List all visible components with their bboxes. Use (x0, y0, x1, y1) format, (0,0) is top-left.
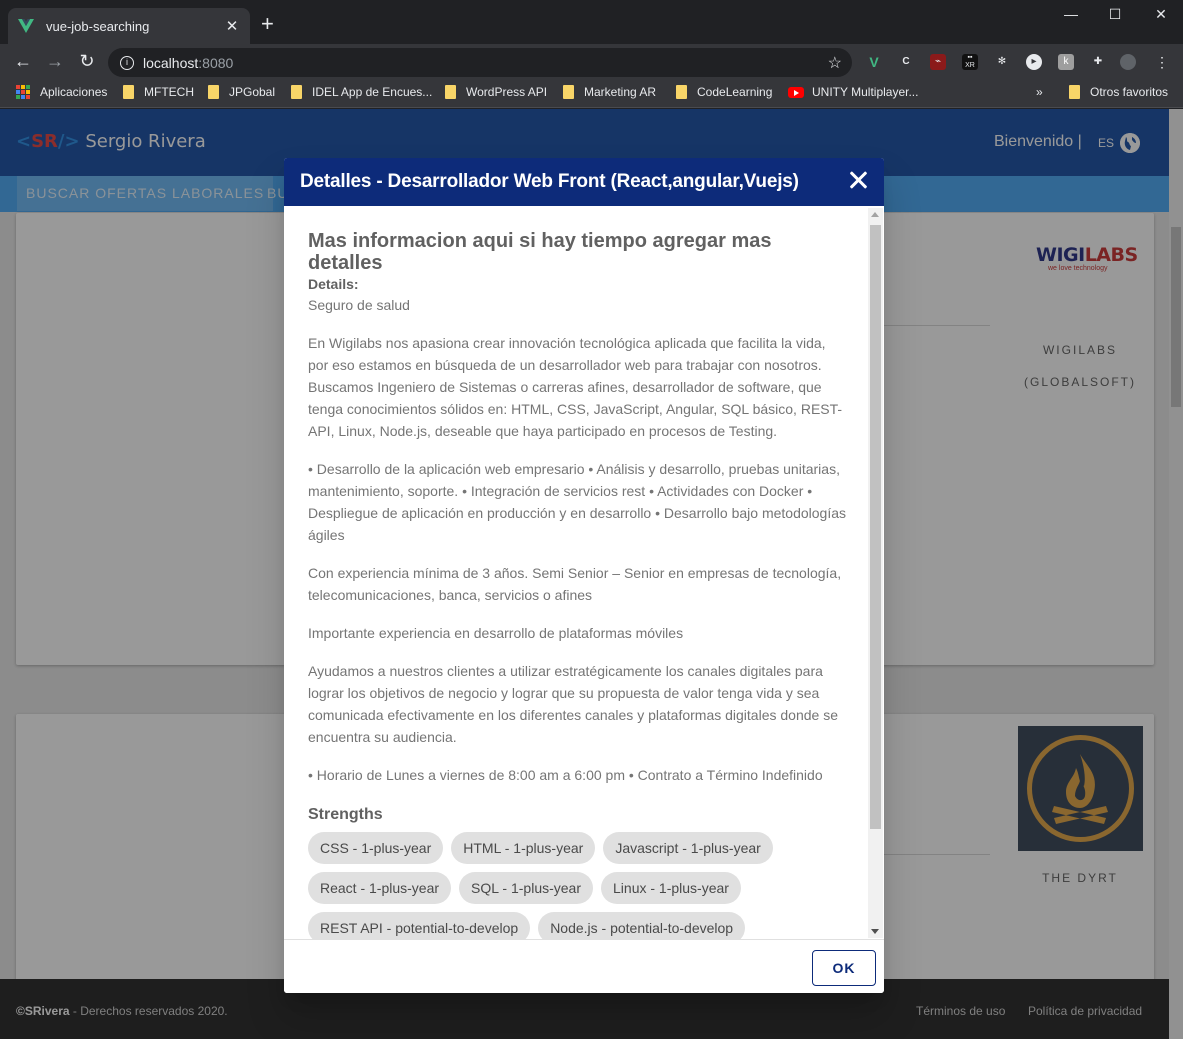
folder-icon (676, 85, 687, 99)
bookmark-label: UNITY Multiplayer... (812, 85, 919, 99)
bookmark-apps[interactable]: Aplicaciones (16, 85, 107, 99)
minimize-icon[interactable]: — (1048, 6, 1094, 22)
dialog-title: Detalles - Desarrollador Web Front (Reac… (300, 171, 799, 192)
description-paragraph: Importante experiencia en desarrollo de … (308, 625, 684, 641)
browser-menu-icon[interactable]: ⋮ (1154, 54, 1170, 70)
reload-icon[interactable]: ↻ (76, 51, 98, 72)
back-icon[interactable]: ← (12, 51, 34, 72)
job-details-dialog: Detalles - Desarrollador Web Front (Reac… (284, 158, 884, 993)
scroll-up-icon[interactable] (871, 212, 879, 217)
strength-chip[interactable]: CSS - 1-plus-year (308, 832, 444, 864)
new-tab-button[interactable]: + (261, 13, 274, 35)
site-info-icon[interactable]: i (120, 55, 134, 70)
description-paragraph: Seguro de salud (308, 297, 410, 313)
folder-icon (563, 85, 574, 99)
ok-button[interactable]: OK (812, 950, 876, 986)
strengths-chip-group: CSS - 1-plus-year HTML - 1-plus-year Jav… (308, 832, 848, 939)
bookmark-star-icon[interactable]: ☆ (828, 53, 842, 73)
webxr-extension-icon[interactable]: ▪▪ XR (962, 54, 978, 70)
apps-grid-icon (16, 85, 30, 99)
bookmark-wordpress-api[interactable]: WordPress API (445, 85, 547, 99)
bookmark-label: Marketing AR (584, 85, 657, 99)
bookmark-mftech[interactable]: MFTECH (123, 85, 194, 99)
bookmark-label: CodeLearning (697, 85, 773, 99)
bookmark-idel[interactable]: IDEL App de Encues... (291, 85, 432, 99)
strength-chip[interactable]: HTML - 1-plus-year (451, 832, 596, 864)
bookmark-jpgobal[interactable]: JPGobal (208, 85, 275, 99)
url-host: localhost (143, 54, 199, 71)
url-port: :8080 (198, 54, 234, 71)
close-icon[interactable] (846, 168, 870, 192)
description-paragraph: • Horario de Lunes a viernes de 8:00 am … (308, 767, 823, 783)
strength-chip[interactable]: SQL - 1-plus-year (459, 872, 594, 904)
strength-chip[interactable]: React - 1-plus-year (308, 872, 452, 904)
bookmark-label: Aplicaciones (40, 85, 108, 99)
details-label: Details: (308, 276, 359, 292)
dialog-body: Mas informacion aqui si hay tiempo agreg… (284, 206, 868, 939)
description-paragraph: Ayudamos a nuestros clientes a utilizar … (308, 663, 838, 745)
extension-c-icon[interactable]: C (898, 54, 914, 70)
details-headline: Mas informacion aqui si hay tiempo agreg… (308, 230, 772, 274)
bookmark-label: MFTECH (144, 85, 194, 99)
tab-close-icon[interactable]: ✕ (224, 17, 240, 35)
strengths-heading: Strengths (308, 806, 383, 823)
strength-chip[interactable]: Linux - 1-plus-year (601, 872, 741, 904)
address-bar[interactable]: i localhost:8080 ☆ (108, 48, 852, 77)
profile-avatar[interactable] (1120, 54, 1136, 70)
browser-titlebar: vue-job-searching ✕ + — ☐ ✕ (0, 0, 1183, 44)
description-paragraph: • Desarrollo de la aplicación web empres… (308, 461, 847, 543)
tab-title: vue-job-searching (46, 18, 150, 34)
browser-tab[interactable]: vue-job-searching ✕ (8, 8, 250, 44)
folder-icon (1069, 85, 1080, 99)
vue-logo-icon (18, 19, 34, 33)
bookmark-label: JPGobal (229, 85, 276, 99)
extension-circle-icon[interactable]: ▸ (1026, 54, 1042, 70)
dialog-scrollbar-thumb[interactable] (870, 225, 881, 829)
dialog-actions: OK (284, 939, 884, 993)
folder-icon (123, 85, 134, 99)
chevron-double-right-icon: » (1036, 85, 1043, 99)
forward-icon[interactable]: → (44, 51, 66, 72)
extension-k-icon[interactable]: k (1058, 54, 1074, 70)
pdf-extension-icon[interactable]: ⌁ (930, 54, 946, 70)
dialog-header: Detalles - Desarrollador Web Front (Reac… (284, 158, 884, 206)
folder-icon (291, 85, 302, 99)
bookmark-codelearning[interactable]: CodeLearning (676, 85, 772, 99)
folder-icon (445, 85, 456, 99)
bookmark-other-favorites[interactable]: Otros favoritos (1069, 85, 1168, 99)
bug-extension-icon[interactable]: ✻ (994, 54, 1010, 70)
bookmark-label: IDEL App de Encues... (312, 85, 433, 99)
bookmark-label: WordPress API (466, 85, 548, 99)
youtube-icon (788, 86, 804, 98)
bookmarks-bar: Aplicaciones MFTECH JPGobal IDEL App de … (0, 80, 1183, 108)
maximize-icon[interactable]: ☐ (1092, 6, 1138, 23)
browser-toolbar: ← → ↻ i localhost:8080 ☆ V C ⌁ ▪▪ XR ✻ ▸ … (0, 44, 1183, 80)
folder-icon (208, 85, 219, 99)
window-close-icon[interactable]: ✕ (1138, 6, 1183, 23)
strength-chip[interactable]: Javascript - 1-plus-year (603, 832, 773, 864)
dialog-scrollbar[interactable] (868, 208, 883, 938)
bookmark-label: Otros favoritos (1090, 85, 1169, 99)
details-description: Seguro de salud En Wigilabs nos apasiona… (308, 294, 868, 786)
scroll-down-icon[interactable] (871, 929, 879, 934)
vue-devtools-icon[interactable]: V (866, 54, 882, 70)
bookmark-marketing-ar[interactable]: Marketing AR (563, 85, 656, 99)
extensions-puzzle-icon[interactable]: ✚ (1090, 54, 1106, 70)
bookmark-unity[interactable]: UNITY Multiplayer... (788, 85, 918, 99)
description-paragraph: En Wigilabs nos apasiona crear innovació… (308, 335, 843, 439)
more-bookmarks-button[interactable]: » (1036, 85, 1043, 99)
description-paragraph: Con experiencia mínima de 3 años. Semi S… (308, 565, 842, 603)
strength-chip[interactable]: REST API - potential-to-develop (308, 912, 531, 939)
strength-chip[interactable]: Node.js - potential-to-develop (538, 912, 746, 939)
